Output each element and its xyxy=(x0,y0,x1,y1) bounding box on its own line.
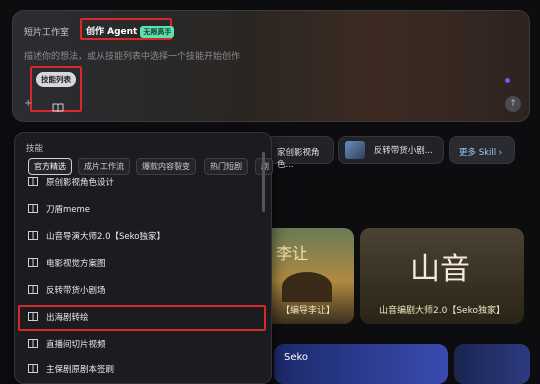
poster-card-1[interactable]: 李让 【编导李让】 xyxy=(262,228,354,324)
book-icon xyxy=(28,177,38,186)
book-icon xyxy=(28,312,38,321)
skill-item-label: 主保剧原剧本签刷 xyxy=(46,365,115,375)
status-dot xyxy=(505,78,510,83)
skill-item-1[interactable]: 原创影视角色设计 xyxy=(14,171,270,195)
poster-1-title: 李让 xyxy=(276,244,309,263)
poster-2-title: 山音 xyxy=(410,252,470,287)
poster-card-2[interactable]: 山音 山音编剧大师2.0【Seko独家】 xyxy=(360,228,524,324)
agent-badge: 无限高手 xyxy=(140,26,175,38)
book-icon xyxy=(28,285,38,294)
skill-card-1-label: 家创影视角色... xyxy=(277,148,320,170)
skill-item-2[interactable]: 刀盾meme xyxy=(14,198,270,222)
skill-item-8[interactable]: 主保剧原剧本签刷 xyxy=(14,358,270,382)
book-icon xyxy=(28,258,38,267)
book-icon xyxy=(28,339,38,348)
skill-card-2[interactable]: 反转带货小剧... xyxy=(338,136,444,164)
add-icon[interactable]: + xyxy=(24,98,32,109)
poster-card-4[interactable] xyxy=(454,344,530,384)
tab-create-agent-label: 创作 Agent xyxy=(86,27,138,37)
prompt-input[interactable]: 描述你的想法，或从技能列表中选择一个技能开始创作 xyxy=(24,49,240,62)
skill-card-2-label: 反转带货小剧... xyxy=(373,146,433,156)
book-icon xyxy=(28,204,38,213)
dropdown-title: 技能 xyxy=(26,144,44,154)
more-skill-button[interactable]: 更多 Skill › xyxy=(449,136,515,164)
skill-card-2-thumb xyxy=(345,141,365,159)
skill-item-label: 山音导演大师2.0【Seko独家】 xyxy=(46,232,165,242)
book-icon[interactable] xyxy=(52,98,64,117)
skill-item-4[interactable]: 电影视觉方案图 xyxy=(14,252,270,276)
book-icon xyxy=(28,231,38,240)
skill-list-button[interactable]: 技能列表 xyxy=(36,72,76,87)
more-skill-label: 更多 Skill › xyxy=(459,148,503,158)
skill-item-label: 出海剧转绘 xyxy=(46,313,89,323)
skill-item-label: 原创影视角色设计 xyxy=(46,178,115,188)
skill-item-label: 电影视觉方案图 xyxy=(46,259,106,269)
skill-item-7[interactable]: 直播间切片视频 xyxy=(14,333,270,357)
skill-item-6[interactable]: 出海剧转绘 xyxy=(14,306,270,330)
skill-item-3[interactable]: 山音导演大师2.0【Seko独家】 xyxy=(14,225,270,249)
send-button[interactable]: ↑ xyxy=(505,96,521,112)
poster-1-caption: 【编导李让】 xyxy=(280,306,335,316)
tab-create-agent[interactable]: 创作 Agent 无限高手 xyxy=(86,24,175,38)
tab-short-film-studio[interactable]: 短片工作室 xyxy=(24,25,69,38)
poster-1-figure xyxy=(282,272,332,302)
poster-2-caption: 山音编剧大师2.0【Seko独家】 xyxy=(379,306,505,316)
skill-item-5[interactable]: 反转带货小剧场 xyxy=(14,279,270,303)
skill-item-label: 反转带货小剧场 xyxy=(46,286,106,296)
skill-item-label: 直播间切片视频 xyxy=(46,340,106,350)
poster-card-3[interactable]: Seko xyxy=(274,344,448,384)
skill-item-label: 刀盾meme xyxy=(46,205,91,215)
poster-3-title: Seko xyxy=(284,352,309,363)
